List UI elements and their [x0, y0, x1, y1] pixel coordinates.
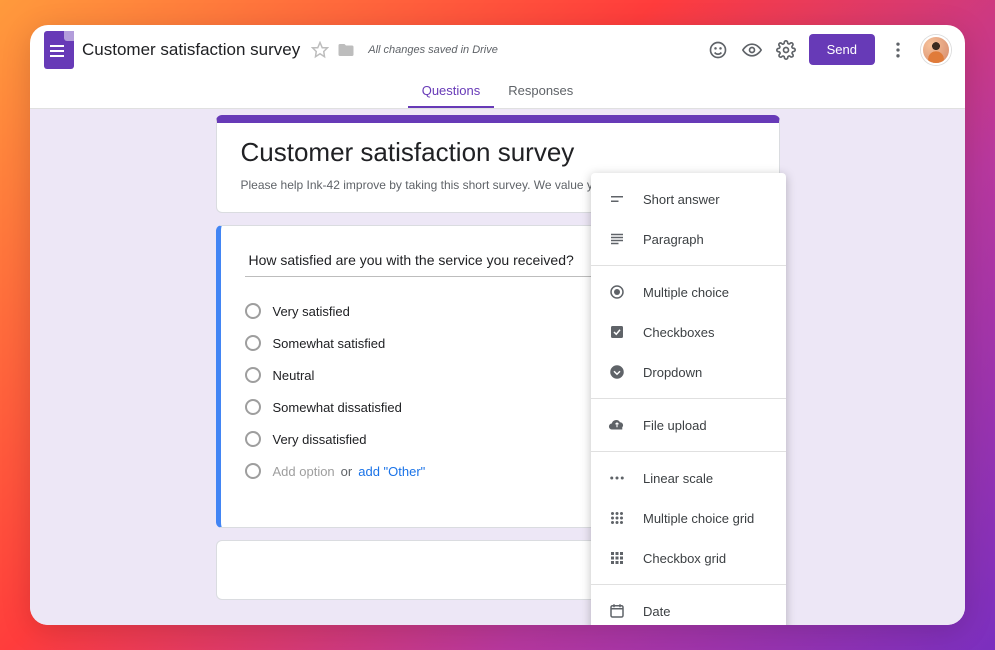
menu-label: Date	[643, 604, 670, 619]
send-button[interactable]: Send	[809, 34, 875, 65]
menu-item-paragraph[interactable]: Paragraph	[591, 219, 786, 259]
radio-icon	[245, 303, 261, 319]
add-other-link[interactable]: add "Other"	[358, 464, 425, 479]
option-label: Very satisfied	[273, 304, 350, 319]
menu-label: Multiple choice	[643, 285, 729, 300]
grid-squares-icon	[607, 548, 627, 568]
radio-icon	[245, 399, 261, 415]
question-type-menu: Short answer Paragraph Multiple choice C…	[591, 173, 786, 625]
menu-separator	[591, 451, 786, 452]
menu-label: Linear scale	[643, 471, 713, 486]
menu-separator	[591, 584, 786, 585]
radio-icon	[245, 463, 261, 479]
settings-icon[interactable]	[769, 33, 803, 67]
forms-logo-icon[interactable]	[44, 31, 74, 69]
menu-separator	[591, 265, 786, 266]
calendar-icon	[607, 601, 627, 621]
menu-label: Checkbox grid	[643, 551, 726, 566]
radio-checked-icon	[607, 282, 627, 302]
menu-label: Short answer	[643, 192, 720, 207]
option-label: Neutral	[273, 368, 315, 383]
linear-scale-icon	[607, 468, 627, 488]
option-label: Very dissatisfied	[273, 432, 367, 447]
tab-questions[interactable]: Questions	[408, 75, 495, 108]
menu-item-date[interactable]: Date	[591, 591, 786, 625]
dropdown-icon	[607, 362, 627, 382]
radio-icon	[245, 367, 261, 383]
menu-item-file-upload[interactable]: File upload	[591, 405, 786, 445]
saved-status: All changes saved in Drive	[368, 44, 498, 56]
menu-item-dropdown[interactable]: Dropdown	[591, 352, 786, 392]
theme-icon[interactable]	[701, 33, 735, 67]
star-icon[interactable]	[310, 40, 330, 60]
menu-item-linear-scale[interactable]: Linear scale	[591, 458, 786, 498]
option-label: Somewhat satisfied	[273, 336, 386, 351]
or-text: or	[341, 464, 353, 479]
menu-label: Multiple choice grid	[643, 511, 754, 526]
menu-item-checkboxes[interactable]: Checkboxes	[591, 312, 786, 352]
menu-item-cb-grid[interactable]: Checkbox grid	[591, 538, 786, 578]
grid-dots-icon	[607, 508, 627, 528]
document-title[interactable]: Customer satisfaction survey	[82, 40, 300, 60]
app-header: Customer satisfaction survey All changes…	[30, 25, 965, 75]
option-label: Somewhat dissatisfied	[273, 400, 402, 415]
menu-item-multiple-choice[interactable]: Multiple choice	[591, 272, 786, 312]
form-canvas: Customer satisfaction survey Please help…	[30, 109, 965, 625]
radio-icon	[245, 431, 261, 447]
question-title-input[interactable]: How satisfied are you with the service y…	[245, 244, 595, 277]
menu-label: Checkboxes	[643, 325, 715, 340]
menu-label: Paragraph	[643, 232, 704, 247]
account-avatar[interactable]	[921, 35, 951, 65]
add-option-label[interactable]: Add option	[273, 464, 335, 479]
tab-responses[interactable]: Responses	[494, 75, 587, 108]
menu-label: Dropdown	[643, 365, 702, 380]
short-answer-icon	[607, 189, 627, 209]
preview-icon[interactable]	[735, 33, 769, 67]
menu-separator	[591, 398, 786, 399]
menu-item-short-answer[interactable]: Short answer	[591, 179, 786, 219]
tab-bar: Questions Responses	[30, 75, 965, 109]
cloud-upload-icon	[607, 415, 627, 435]
form-title[interactable]: Customer satisfaction survey	[241, 137, 755, 168]
folder-icon[interactable]	[336, 40, 356, 60]
menu-label: File upload	[643, 418, 707, 433]
menu-item-mc-grid[interactable]: Multiple choice grid	[591, 498, 786, 538]
radio-icon	[245, 335, 261, 351]
checkbox-checked-icon	[607, 322, 627, 342]
paragraph-icon	[607, 229, 627, 249]
more-icon[interactable]	[881, 33, 915, 67]
